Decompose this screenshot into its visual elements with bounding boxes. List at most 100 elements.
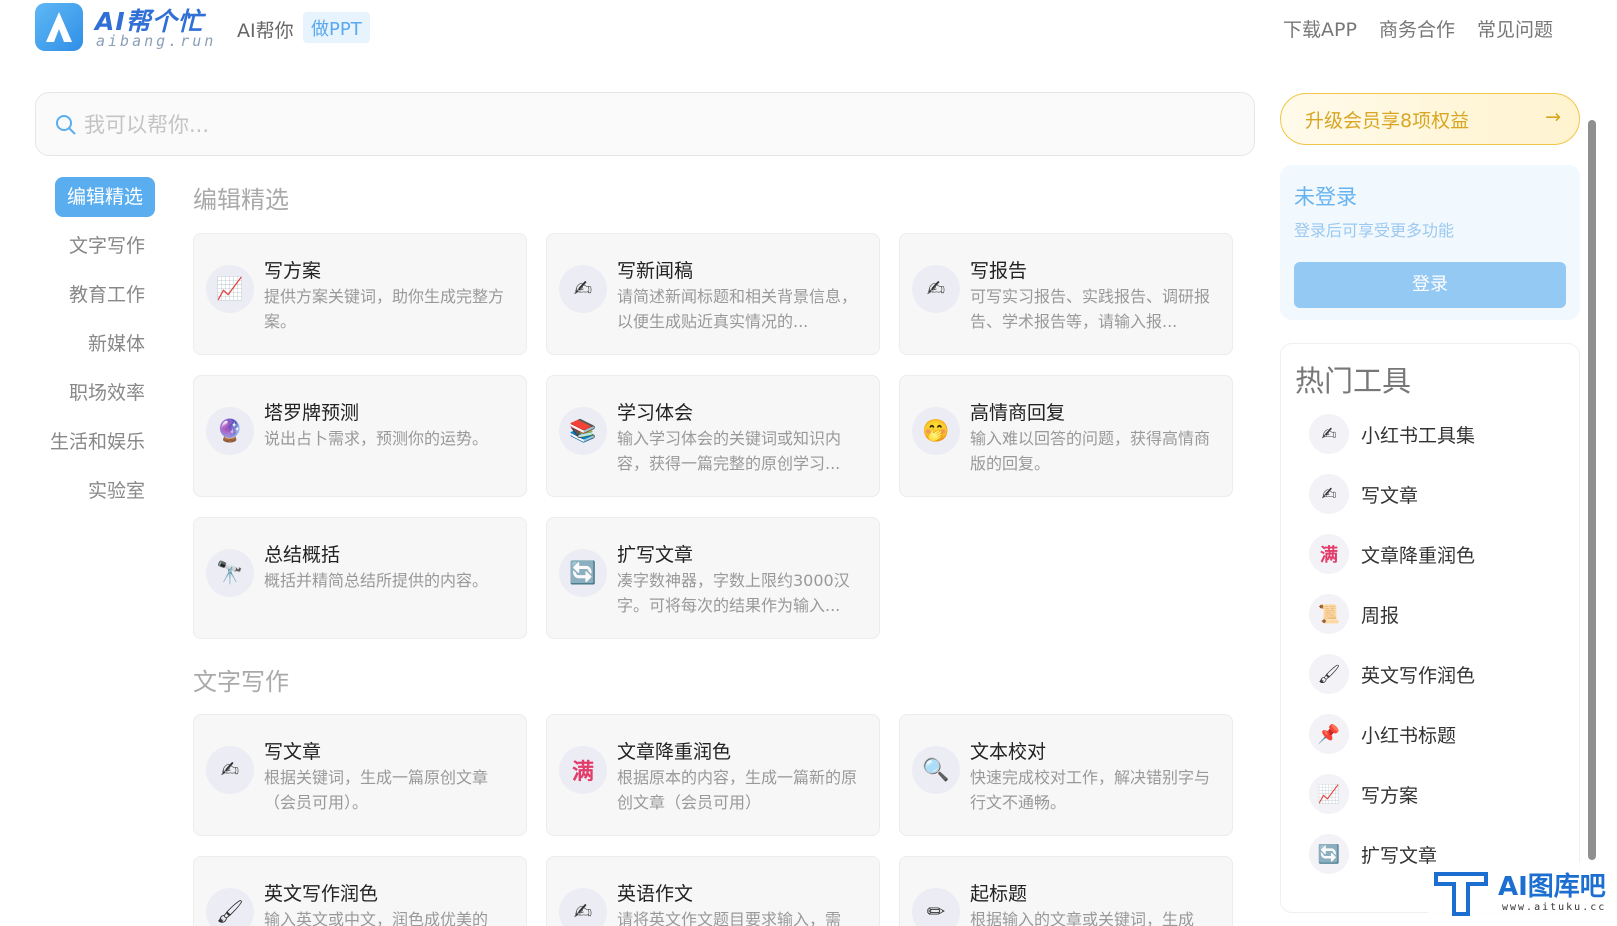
scrollbar-thumb[interactable] bbox=[1588, 120, 1596, 860]
tool-card-desc: 输入难以回答的问题，获得高情商版的回复。 bbox=[970, 429, 1211, 473]
full-badge-icon: 满 bbox=[559, 746, 607, 794]
hot-tool-item[interactable]: 📜 周报 bbox=[1309, 594, 1399, 634]
watermark: AI图库吧 www.aituku.cc bbox=[1428, 862, 1613, 922]
hot-tool-item[interactable]: 🔄 扩写文章 bbox=[1309, 834, 1437, 874]
smile-icon: 🤭 bbox=[912, 407, 960, 455]
chart-icon: 📈 bbox=[206, 265, 254, 313]
login-hint: 登录后可享受更多功能 bbox=[1294, 221, 1455, 240]
hot-tool-label: 写方案 bbox=[1361, 784, 1419, 807]
tool-card-desc: 可写实习报告、实践报告、调研报告、学术报告等，请输入报... bbox=[970, 287, 1211, 331]
tool-card-title: 扩写文章 bbox=[617, 544, 694, 566]
pen-hand-icon: ✍ bbox=[912, 265, 960, 313]
refresh-icon: 🔄 bbox=[559, 549, 607, 597]
tool-card-desc: 根据原本的内容，生成一篇新的原创文章（会员可用） bbox=[617, 768, 858, 812]
tool-card[interactable]: ✍ 写报告 可写实习报告、实践报告、调研报告、学术报告等，请输入报... bbox=[899, 233, 1233, 355]
tool-card-desc: 提供方案关键词，助你生成完整方案。 bbox=[264, 287, 505, 331]
hot-tool-label: 小红书标题 bbox=[1361, 724, 1457, 747]
pencil-icon: ✏ bbox=[912, 888, 960, 926]
tool-card[interactable]: 🔭 总结概括 概括并精简总结所提供的内容。 bbox=[193, 517, 527, 639]
sidebar-item-editor-picks[interactable]: 编辑精选 bbox=[55, 177, 155, 217]
nav-download-app[interactable]: 下载APP bbox=[1283, 15, 1357, 42]
scrollbar[interactable] bbox=[1588, 100, 1596, 900]
category-sidebar: 编辑精选 文字写作 教育工作 新媒体 职场效率 生活和娱乐 实验室 bbox=[35, 177, 155, 520]
tool-card[interactable]: 🔄 扩写文章 凑字数神器，字数上限约3000汉字。可将每次的结果作为输入... bbox=[546, 517, 880, 639]
tool-card[interactable]: 📈 写方案 提供方案关键词，助你生成完整方案。 bbox=[193, 233, 527, 355]
tool-card[interactable]: 🔍 文本校对 快速完成校对工作，解决错别字与行文不通畅。 bbox=[899, 714, 1233, 836]
hot-tool-item[interactable]: ✍ 写文章 bbox=[1309, 474, 1418, 514]
login-status: 未登录 bbox=[1294, 185, 1357, 209]
tool-card[interactable]: ✍ 写文章 根据关键词，生成一篇原创文章（会员可用）。 bbox=[193, 714, 527, 836]
tool-card-title: 写新闻稿 bbox=[617, 260, 694, 282]
pen-hand-icon: ✍ bbox=[1309, 474, 1349, 514]
tool-card[interactable]: 🔮 塔罗牌预测 说出占卜需求，预测你的运势。 bbox=[193, 375, 527, 497]
sidebar-item-workplace[interactable]: 职场效率 bbox=[35, 373, 155, 422]
tool-card-title: 写文章 bbox=[264, 741, 322, 763]
tool-card[interactable]: 🤭 高情商回复 输入难以回答的问题，获得高情商版的回复。 bbox=[899, 375, 1233, 497]
tool-card-desc: 根据输入的文章或关键词，生成 bbox=[970, 910, 1195, 926]
tool-card-desc: 输入英文或中文，润色成优美的 bbox=[264, 910, 489, 926]
refresh-icon: 🔄 bbox=[1309, 834, 1349, 874]
tool-card-desc: 凑字数神器，字数上限约3000汉字。可将每次的结果作为输入... bbox=[617, 571, 850, 615]
sidebar-item-new-media[interactable]: 新媒体 bbox=[35, 324, 155, 373]
login-panel: 未登录 登录后可享受更多功能 登录 bbox=[1280, 165, 1580, 320]
tool-card-desc: 请简述新闻标题和相关背景信息，以便生成贴近真实情况的... bbox=[617, 287, 858, 331]
upgrade-membership-button[interactable]: 升级会员享8项权益 → bbox=[1280, 93, 1580, 145]
hot-tool-label: 英文写作润色 bbox=[1361, 664, 1476, 687]
tool-card-title: 起标题 bbox=[970, 883, 1028, 905]
hot-tool-label: 写文章 bbox=[1361, 484, 1419, 507]
tool-card[interactable]: 📚 学习体会 输入学习体会的关键词或知识内容，获得一篇完整的原创学习... bbox=[546, 375, 880, 497]
search-input[interactable] bbox=[84, 105, 1184, 145]
search-icon bbox=[56, 115, 76, 135]
hot-tool-label: 小红书工具集 bbox=[1361, 424, 1476, 447]
sidebar-item-life[interactable]: 生活和娱乐 bbox=[35, 422, 155, 471]
tool-card[interactable]: ✏ 起标题 根据输入的文章或关键词，生成 bbox=[899, 856, 1233, 926]
sidebar-item-writing[interactable]: 文字写作 bbox=[35, 226, 155, 275]
hot-tool-item[interactable]: 🖌 英文写作润色 bbox=[1309, 654, 1475, 694]
pen-hand-icon: ✍ bbox=[206, 746, 254, 794]
header-ppt-tag[interactable]: 做PPT bbox=[303, 12, 370, 43]
tool-card[interactable]: 🖌 英文写作润色 输入英文或中文，润色成优美的 bbox=[193, 856, 527, 926]
tool-card[interactable]: 满 文章降重润色 根据原本的内容，生成一篇新的原创文章（会员可用） bbox=[546, 714, 880, 836]
hot-tool-item[interactable]: 📈 写方案 bbox=[1309, 774, 1418, 814]
login-button[interactable]: 登录 bbox=[1294, 262, 1566, 308]
crystal-ball-icon: 🔮 bbox=[206, 407, 254, 455]
hot-tool-item[interactable]: ✍ 小红书工具集 bbox=[1309, 414, 1475, 454]
watermark-url: www.aituku.cc bbox=[1502, 902, 1607, 913]
pen-hand-icon: ✍ bbox=[1309, 414, 1349, 454]
tool-card-title: 高情商回复 bbox=[970, 402, 1066, 424]
tool-card[interactable]: ✍ 写新闻稿 请简述新闻标题和相关背景信息，以便生成贴近真实情况的... bbox=[546, 233, 880, 355]
hot-tool-label: 文章降重润色 bbox=[1361, 544, 1476, 567]
chart-icon: 📈 bbox=[1309, 774, 1349, 814]
brush-icon: 🖌 bbox=[1309, 654, 1349, 694]
section-title-editor-picks: 编辑精选 bbox=[193, 186, 289, 214]
hot-tool-item[interactable]: 满 文章降重润色 bbox=[1309, 534, 1475, 574]
telescope-icon: 🔭 bbox=[206, 549, 254, 597]
tool-card-title: 英文写作润色 bbox=[264, 883, 379, 905]
tool-card-desc: 请将英文作文题目要求输入，需 bbox=[617, 910, 842, 926]
sidebar-item-education[interactable]: 教育工作 bbox=[35, 275, 155, 324]
arrow-right-icon: → bbox=[1545, 106, 1561, 128]
tool-card-title: 文章降重润色 bbox=[617, 741, 732, 763]
logo-icon[interactable] bbox=[35, 3, 83, 51]
hot-tools-panel: 热门工具 ✍ 小红书工具集 ✍ 写文章 满 文章降重润色 📜 周报 🖌 英文写作… bbox=[1280, 343, 1580, 913]
header: AI帮个忙 aibang.run AI帮你 做PPT 下载APP 商务合作 常见… bbox=[0, 0, 1617, 60]
watermark-logo-icon bbox=[1434, 872, 1488, 916]
tool-card-title: 写报告 bbox=[970, 260, 1028, 282]
tool-card-desc: 根据关键词，生成一篇原创文章（会员可用）。 bbox=[264, 768, 489, 812]
tool-card[interactable]: ✍ 英语作文 请将英文作文题目要求输入，需 bbox=[546, 856, 880, 926]
watermark-text: AI图库吧 bbox=[1498, 872, 1606, 902]
full-badge-icon: 满 bbox=[1309, 534, 1349, 574]
top-nav: 下载APP 商务合作 常见问题 bbox=[1283, 15, 1553, 42]
nav-business[interactable]: 商务合作 bbox=[1379, 15, 1455, 42]
header-brand-text: AI帮你 bbox=[237, 20, 294, 42]
magnifier-icon: 🔍 bbox=[912, 746, 960, 794]
hot-tool-item[interactable]: 📌 小红书标题 bbox=[1309, 714, 1456, 754]
sidebar-item-lab[interactable]: 实验室 bbox=[35, 471, 155, 520]
pen-hand-icon: ✍ bbox=[559, 888, 607, 926]
scroll-icon: 📜 bbox=[1309, 594, 1349, 634]
tool-card-desc: 输入学习体会的关键词或知识内容，获得一篇完整的原创学习... bbox=[617, 429, 842, 473]
tool-card-desc: 说出占卜需求，预测你的运势。 bbox=[264, 429, 489, 448]
nav-faq[interactable]: 常见问题 bbox=[1477, 15, 1553, 42]
section-title-writing: 文字写作 bbox=[193, 668, 289, 696]
tool-card-title: 写方案 bbox=[264, 260, 322, 282]
